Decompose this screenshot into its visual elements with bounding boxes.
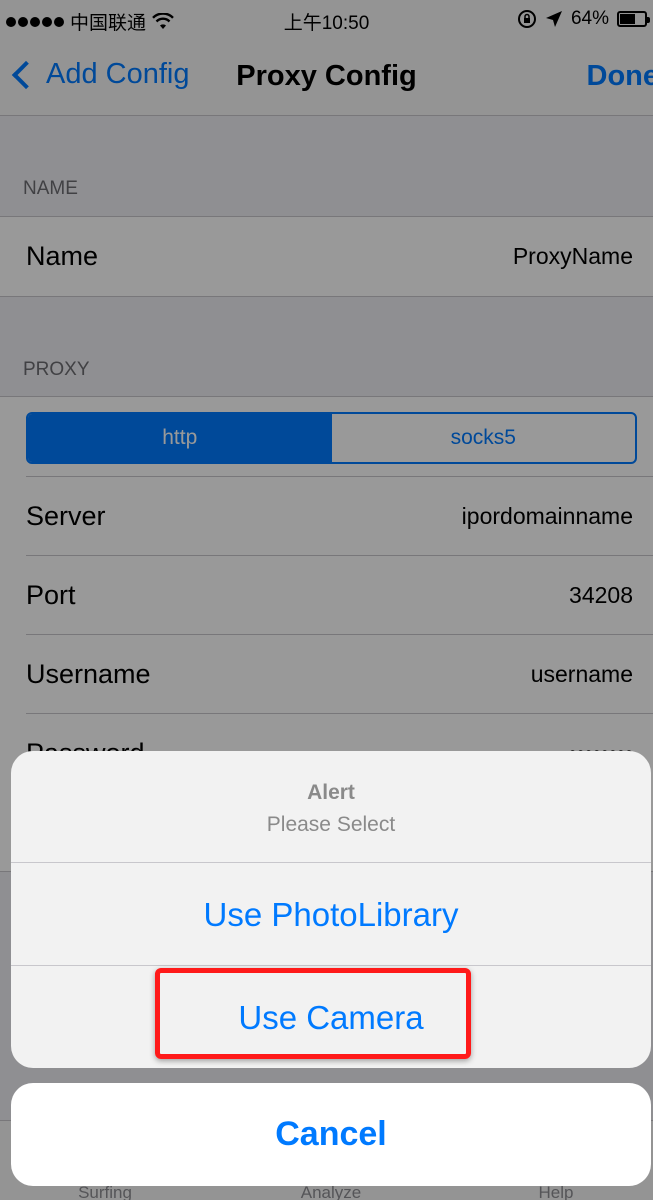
alert-title: Alert bbox=[307, 781, 355, 804]
app-screen: 中国联通 上午10:50 64% Add Config Proxy Config… bbox=[0, 0, 653, 1200]
highlight-box bbox=[155, 968, 471, 1059]
cancel-button[interactable]: Cancel bbox=[11, 1083, 651, 1186]
use-photolibrary-button[interactable]: Use PhotoLibrary bbox=[11, 863, 651, 966]
alert-message: Please Select bbox=[266, 813, 396, 836]
action-sheet-header: Alert Please Select bbox=[11, 751, 651, 863]
